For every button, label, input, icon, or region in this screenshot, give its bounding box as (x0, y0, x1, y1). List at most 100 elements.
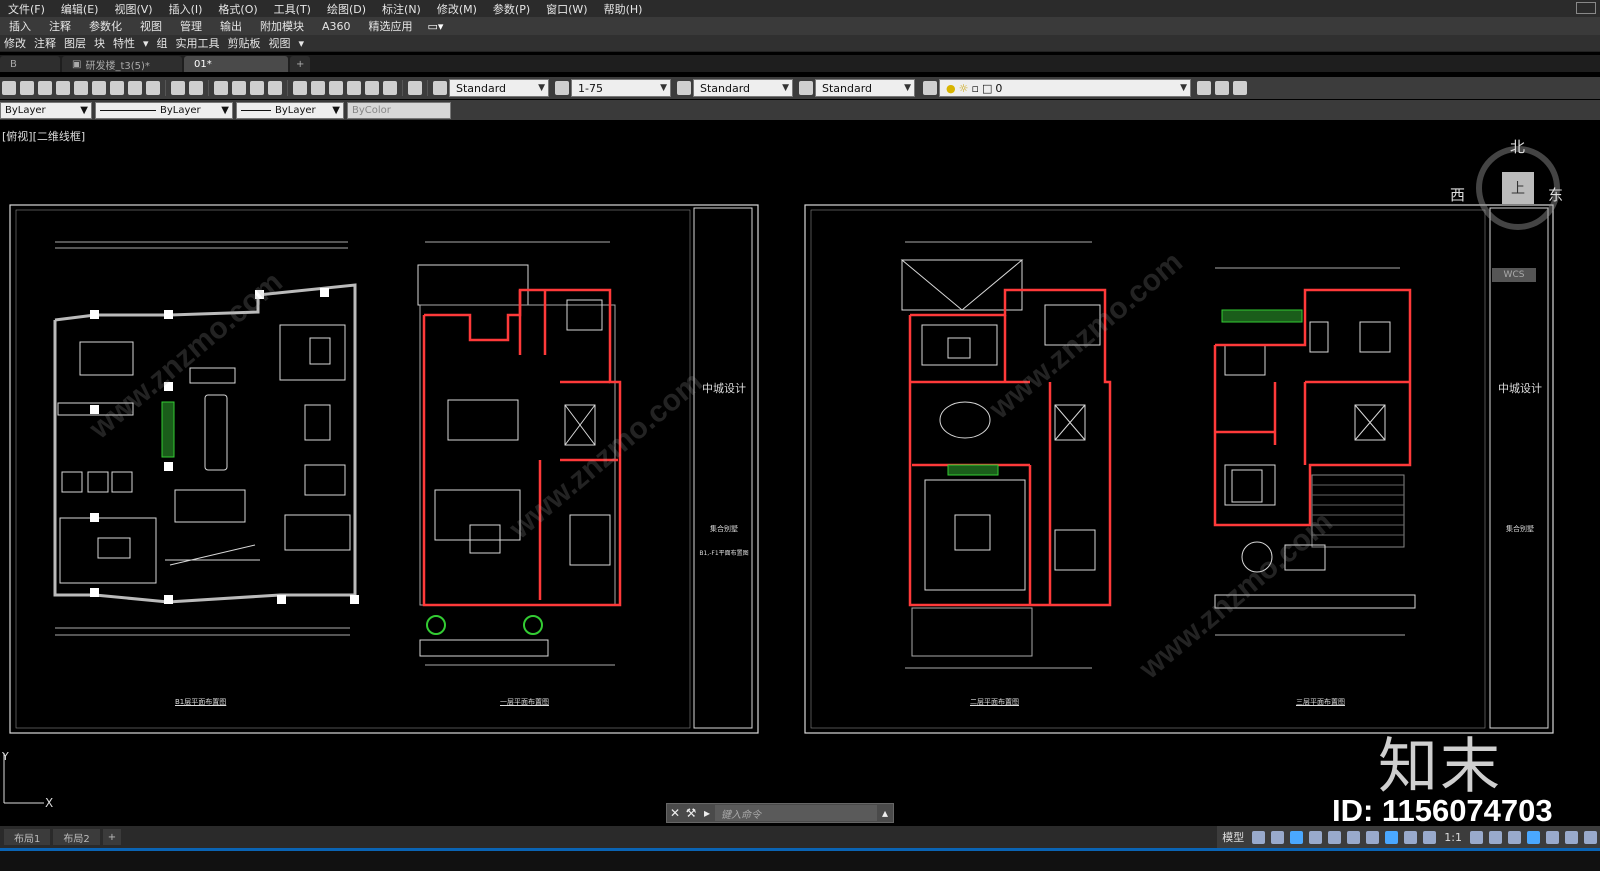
compass-west[interactable]: 西 (1450, 184, 1465, 205)
panel-utilities[interactable]: 实用工具 (172, 35, 224, 51)
tool-palettes-icon[interactable] (329, 81, 343, 95)
wrench-icon[interactable]: ⚒ (683, 806, 699, 820)
annotation-scale-value[interactable]: 1:1 (1439, 831, 1467, 844)
menu-dimension[interactable]: 标注(N) (374, 1, 429, 17)
paste-icon[interactable] (128, 81, 142, 95)
close-icon[interactable]: ✕ (667, 806, 683, 820)
tab-output[interactable]: 输出 (211, 18, 251, 34)
tab-parametric[interactable]: 参数化 (80, 18, 131, 34)
object-snap-tracking-icon[interactable] (1347, 830, 1361, 844)
menu-edit[interactable]: 编辑(E) (53, 1, 107, 17)
properties-icon[interactable] (293, 81, 307, 95)
chevron-down-icon[interactable]: ▾ (139, 37, 153, 50)
text-style-select[interactable]: Standard ▼ (449, 79, 549, 97)
dim-style-select[interactable]: 1-75 ▼ (571, 79, 671, 97)
clean-screen-icon[interactable] (1565, 830, 1578, 844)
panel-view[interactable]: 视图 (265, 35, 295, 51)
doc-tab[interactable]: ▣ 研发楼_t3(5)* (62, 56, 182, 72)
doc-tab[interactable]: B (0, 56, 60, 72)
panel-properties[interactable]: 特性 (109, 35, 139, 51)
layer-previous-icon[interactable] (1215, 81, 1229, 95)
redo-icon[interactable] (189, 81, 203, 95)
zoom-realtime-icon[interactable] (232, 81, 246, 95)
sheet-set-icon[interactable] (347, 81, 361, 95)
command-input[interactable]: 键入命令 (715, 805, 877, 821)
menu-format[interactable]: 格式(O) (210, 1, 265, 17)
3d-print-icon[interactable] (74, 81, 88, 95)
copy-icon[interactable] (110, 81, 124, 95)
auto-scale-icon[interactable] (1404, 830, 1418, 844)
compass-north[interactable]: 北 (1510, 136, 1525, 157)
cut-icon[interactable] (92, 81, 106, 95)
chevron-up-icon[interactable]: ▴ (877, 806, 893, 820)
dim-style-icon[interactable] (555, 81, 569, 95)
mleader-style-icon[interactable] (799, 81, 813, 95)
design-center-icon[interactable] (311, 81, 325, 95)
publish-icon[interactable] (56, 81, 70, 95)
undo-icon[interactable] (171, 81, 185, 95)
help-icon[interactable] (408, 81, 422, 95)
layout-tab[interactable]: 布局1 (4, 829, 51, 845)
plotstyle-select[interactable]: ByColor (347, 101, 451, 119)
linetype-select[interactable]: ByLayer ▼ (95, 101, 233, 119)
compass-east[interactable]: 东 (1548, 184, 1563, 205)
tab-insert[interactable]: 插入 (0, 18, 40, 34)
units-icon[interactable] (1508, 830, 1521, 844)
print-icon[interactable] (20, 81, 34, 95)
hardware-acceleration-icon[interactable] (1546, 830, 1559, 844)
panel-block[interactable]: 块 (90, 35, 109, 51)
restore-window-button[interactable] (1576, 2, 1596, 14)
tab-featured-apps[interactable]: 精选应用 (360, 18, 422, 34)
layer-states-icon[interactable] (1233, 81, 1247, 95)
menu-modify[interactable]: 修改(M) (429, 1, 485, 17)
wcs-menu[interactable]: WCS (1492, 268, 1536, 282)
polar-icon[interactable] (1309, 830, 1323, 844)
gear-icon[interactable] (1470, 830, 1483, 844)
viewcube-face[interactable]: 上 (1502, 172, 1534, 204)
tab-a360[interactable]: A360 (313, 20, 360, 33)
grid-icon[interactable] (1252, 830, 1266, 844)
chevron-down-icon[interactable]: ▾ (295, 37, 309, 50)
add-layout-button[interactable]: + (102, 829, 122, 845)
menu-window[interactable]: 窗口(W) (538, 1, 595, 17)
customization-menu-icon[interactable] (1584, 830, 1597, 844)
model-space-button[interactable]: 模型 (1217, 829, 1249, 845)
table-style-select[interactable]: Standard ▼ (693, 79, 793, 97)
isodraft-icon[interactable] (1328, 830, 1342, 844)
menu-insert[interactable]: 插入(I) (161, 1, 211, 17)
text-style-icon[interactable] (433, 81, 447, 95)
doc-tab-active[interactable]: 01* (184, 56, 288, 72)
panel-annotate[interactable]: 注释 (30, 35, 60, 51)
panel-modify[interactable]: 修改 (0, 35, 30, 51)
object-snap-icon[interactable] (1366, 830, 1380, 844)
panel-layers[interactable]: 图层 (60, 35, 90, 51)
tab-manage[interactable]: 管理 (171, 18, 211, 34)
tab-addins[interactable]: 附加模块 (251, 18, 313, 34)
make-current-layer-icon[interactable] (1197, 81, 1211, 95)
menu-view[interactable]: 视图(V) (106, 1, 160, 17)
panel-clipboard[interactable]: 剪贴板 (224, 35, 265, 51)
command-prompt-icon[interactable]: ▸ (699, 806, 715, 820)
ortho-icon[interactable] (1290, 830, 1304, 844)
menu-tools[interactable]: 工具(T) (266, 1, 319, 17)
lineweight-select[interactable]: ByLayer ▼ (236, 101, 344, 119)
layer-properties-icon[interactable] (923, 81, 937, 95)
menu-draw[interactable]: 绘图(D) (319, 1, 374, 17)
viewcube[interactable]: 上 北 西 东 (1450, 138, 1568, 230)
annotation-visibility-icon[interactable] (1385, 830, 1399, 844)
mleader-style-select[interactable]: Standard ▼ (815, 79, 915, 97)
new-icon[interactable] (2, 81, 16, 95)
drawing-canvas[interactable]: www.znzmo.com www.znzmo.com www.znzmo.co… (0, 120, 1600, 826)
annotation-scale-icon[interactable] (1423, 830, 1437, 844)
isolate-objects-icon[interactable] (1527, 830, 1540, 844)
markup-icon[interactable] (365, 81, 379, 95)
layer-select[interactable]: ● ☼ ▫ □ 0 ▼ (939, 79, 1191, 97)
pan-icon[interactable] (214, 81, 228, 95)
match-properties-icon[interactable] (146, 81, 160, 95)
quickcalc-icon[interactable] (383, 81, 397, 95)
new-tab-button[interactable]: + (290, 56, 311, 72)
layer-property-select[interactable]: ByLayer ▼ (0, 101, 92, 119)
menu-parametric[interactable]: 参数(P) (485, 1, 538, 17)
preview-icon[interactable] (38, 81, 52, 95)
tab-annotate[interactable]: 注释 (40, 18, 80, 34)
